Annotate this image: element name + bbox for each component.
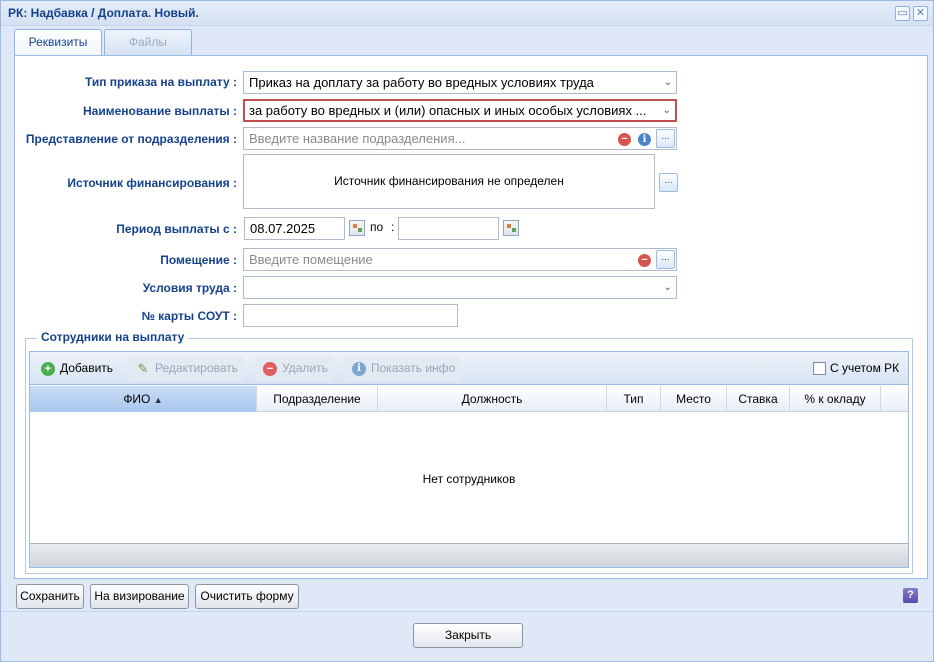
grid-header: ФИО ▲ Подразделение Должность Тип Место … — [30, 386, 908, 412]
add-button[interactable]: + Добавить — [34, 356, 119, 381]
sout-card-label: № карты СОУТ : — [141, 309, 237, 323]
to-approval-button[interactable]: На визирование — [90, 584, 189, 609]
column-type[interactable]: Тип — [607, 386, 661, 412]
close-button[interactable]: Закрыть — [413, 623, 523, 648]
tab-files[interactable]: Файлы — [104, 29, 192, 55]
chevron-down-icon[interactable]: ⌄ — [663, 101, 671, 120]
payment-name-value: за работу во вредных и (или) опасных и и… — [249, 103, 647, 118]
column-fio[interactable]: ФИО ▲ — [30, 386, 257, 412]
funding-value: Источник финансирования не определен — [334, 174, 564, 188]
dialog-window: РК: Надбавка / Доплата. Новый. ▭ ✕ Рекви… — [0, 0, 934, 662]
order-type-value: Приказ на доплату за работу во вредных у… — [249, 75, 594, 90]
save-button[interactable]: Сохранить — [16, 584, 84, 609]
form-panel: Тип приказа на выплату : Приказ на допла… — [14, 55, 928, 579]
department-placeholder: Введите название подразделения... — [249, 131, 466, 146]
room-input[interactable]: Введите помещение — [243, 248, 677, 271]
room-placeholder: Введите помещение — [249, 252, 373, 267]
close-icon[interactable]: ✕ — [913, 6, 928, 21]
room-label: Помещение : — [160, 253, 237, 267]
column-position[interactable]: Должность — [378, 386, 607, 412]
column-rate[interactable]: Ставка — [727, 386, 790, 412]
period-to-input[interactable] — [398, 217, 499, 240]
grid-empty-text: Нет сотрудников — [422, 472, 516, 486]
clear-form-button[interactable]: Очистить форму — [195, 584, 299, 609]
column-department[interactable]: Подразделение — [257, 386, 378, 412]
period-to-separator: : — [391, 220, 395, 234]
grid-toolbar: + Добавить ✎ Редактировать − Удалить i П… — [30, 352, 908, 385]
calendar-icon[interactable] — [349, 220, 365, 236]
column-place[interactable]: Место — [661, 386, 727, 412]
conditions-label: Условия труда : — [142, 281, 237, 295]
footer-divider — [1, 611, 933, 612]
period-from-value: 08.07.2025 — [250, 221, 316, 236]
minus-circle-icon[interactable]: − — [618, 133, 631, 146]
period-from-input[interactable]: 08.07.2025 — [244, 217, 345, 240]
sort-asc-icon: ▲ — [153, 395, 163, 405]
help-icon[interactable]: ? — [903, 588, 918, 603]
funding-ellipsis-button[interactable]: ... — [659, 173, 678, 192]
order-type-select[interactable]: Приказ на доплату за работу во вредных у… — [243, 71, 677, 94]
calendar-icon[interactable] — [503, 220, 519, 236]
info-icon: i — [352, 362, 366, 376]
title-bar[interactable]: РК: Надбавка / Доплата. Новый. ▭ ✕ — [1, 1, 933, 26]
period-label: Период выплаты с : — [116, 222, 237, 236]
edit-button-label: Редактировать — [155, 361, 238, 375]
payment-name-select[interactable]: за работу во вредных и (или) опасных и и… — [243, 99, 677, 122]
delete-button-label: Удалить — [282, 361, 328, 375]
department-input[interactable]: Введите название подразделения... — [243, 127, 677, 150]
minus-circle-icon[interactable]: − — [638, 254, 651, 267]
sout-card-input[interactable] — [243, 304, 458, 327]
payment-name-label: Наименование выплаты : — [83, 104, 237, 118]
funding-label: Источник финансирования : — [67, 176, 237, 190]
employees-legend: Сотрудники на выплату — [37, 330, 189, 344]
column-fio-label: ФИО — [123, 392, 151, 406]
conditions-select[interactable]: ⌄ — [243, 276, 677, 299]
minus-circle-icon: − — [263, 362, 277, 376]
order-type-label: Тип приказа на выплату : — [84, 75, 237, 89]
with-rk-checkbox[interactable] — [813, 362, 826, 375]
chevron-down-icon[interactable]: ⌄ — [664, 72, 672, 93]
edit-button[interactable]: ✎ Редактировать — [129, 356, 244, 381]
show-info-button[interactable]: i Показать инфо — [345, 356, 462, 381]
period-to-label: по — [370, 220, 384, 234]
department-ellipsis-button[interactable]: ... — [656, 129, 675, 148]
grid-paging-bar — [30, 543, 908, 567]
plus-icon: + — [41, 362, 55, 376]
chevron-down-icon[interactable]: ⌄ — [664, 277, 672, 298]
pencil-icon: ✎ — [137, 361, 149, 376]
add-button-label: Добавить — [60, 361, 114, 375]
show-info-button-label: Показать инфо — [371, 361, 456, 375]
maximize-icon[interactable]: ▭ — [895, 6, 910, 21]
tab-requisites[interactable]: Реквизиты — [14, 29, 102, 56]
window-title: РК: Надбавка / Доплата. Новый. — [8, 6, 199, 20]
department-label: Представление от подразделения : — [25, 132, 237, 146]
employees-grid: + Добавить ✎ Редактировать − Удалить i П… — [29, 351, 909, 568]
with-rk-label: С учетом РК — [830, 361, 900, 375]
info-icon[interactable]: i — [638, 133, 651, 146]
room-ellipsis-button[interactable]: ... — [656, 250, 675, 269]
column-percent[interactable]: % к окладу — [790, 386, 881, 412]
funding-box: Источник финансирования не определен — [243, 154, 655, 209]
delete-button[interactable]: − Удалить — [256, 356, 334, 381]
